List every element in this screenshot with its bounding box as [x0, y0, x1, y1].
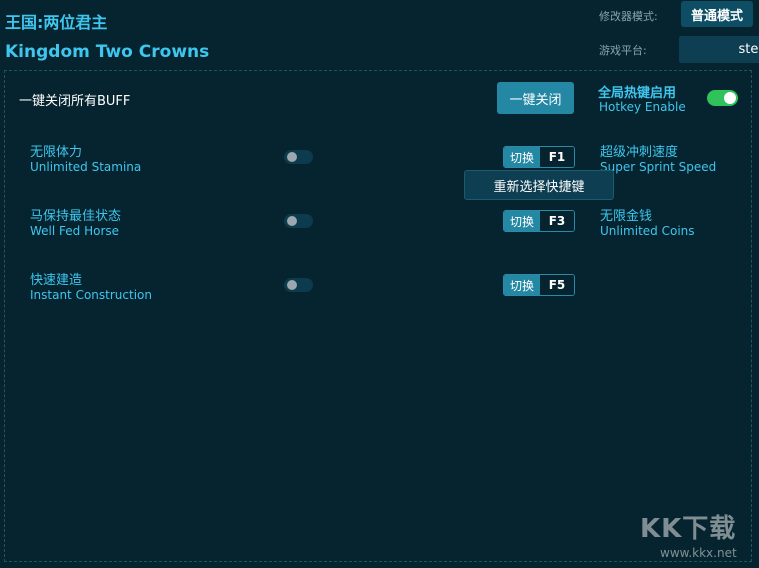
- cheat-name-cn: 无限金钱: [600, 209, 653, 224]
- toggle-button[interactable]: 切换: [504, 147, 540, 167]
- all-off-label: 一键关闭所有BUFF: [19, 94, 131, 109]
- cheat-switch-unlimited-stamina[interactable]: [284, 150, 313, 164]
- platform-label: 游戏平台:: [599, 44, 647, 57]
- cheat-switch-instant-construction[interactable]: [284, 278, 313, 292]
- hotkey-group: 切换 F5: [503, 274, 575, 296]
- cheat-name-cn: 快速建造: [30, 273, 83, 288]
- cheat-name-cn: 超级冲刺速度: [600, 145, 679, 160]
- hotkey-key[interactable]: F3: [540, 211, 574, 231]
- mode-label: 修改器模式:: [599, 10, 658, 23]
- cheat-name-en: Instant Construction: [30, 288, 152, 302]
- hotkey-enable-label-en: Hotkey Enable: [599, 100, 686, 114]
- hotkey-key[interactable]: F1: [540, 147, 574, 167]
- cheat-name-en: Super Sprint Speed: [600, 160, 717, 174]
- hotkey-enable-label-cn: 全局热键启用: [598, 86, 677, 101]
- switch-knob: [724, 92, 736, 104]
- app-title-en: Kingdom Two Crowns: [5, 42, 210, 62]
- toggle-button[interactable]: 切换: [504, 275, 540, 295]
- rebind-hotkey-tooltip[interactable]: 重新选择快捷键: [464, 170, 614, 200]
- cheat-switch-well-fed-horse[interactable]: [284, 214, 313, 228]
- platform-select[interactable]: steam: [679, 36, 759, 63]
- switch-knob: [287, 216, 297, 226]
- all-off-button[interactable]: 一键关闭: [497, 82, 574, 114]
- watermark-url: www.kkx.net: [660, 546, 737, 560]
- toggle-button[interactable]: 切换: [504, 211, 540, 231]
- hotkey-key[interactable]: F5: [540, 275, 574, 295]
- cheat-name-en: Well Fed Horse: [30, 224, 120, 238]
- hotkey-group: 切换 F1: [503, 146, 575, 168]
- switch-knob: [287, 280, 297, 290]
- cheat-name-en: Unlimited Stamina: [30, 160, 142, 174]
- cheat-name-cn: 马保持最佳状态: [30, 209, 122, 224]
- platform-value: steam: [738, 42, 759, 57]
- watermark-logo: KK下载: [640, 514, 737, 544]
- cheat-name-en: Unlimited Coins: [600, 224, 695, 238]
- hotkey-enable-switch[interactable]: [707, 90, 738, 106]
- app-title-cn: 王国:两位君主: [5, 13, 108, 32]
- mode-select-button[interactable]: 普通模式: [681, 1, 753, 27]
- hotkey-group: 切换 F3: [503, 210, 575, 232]
- cheat-name-cn: 无限体力: [30, 145, 83, 160]
- switch-knob: [287, 152, 297, 162]
